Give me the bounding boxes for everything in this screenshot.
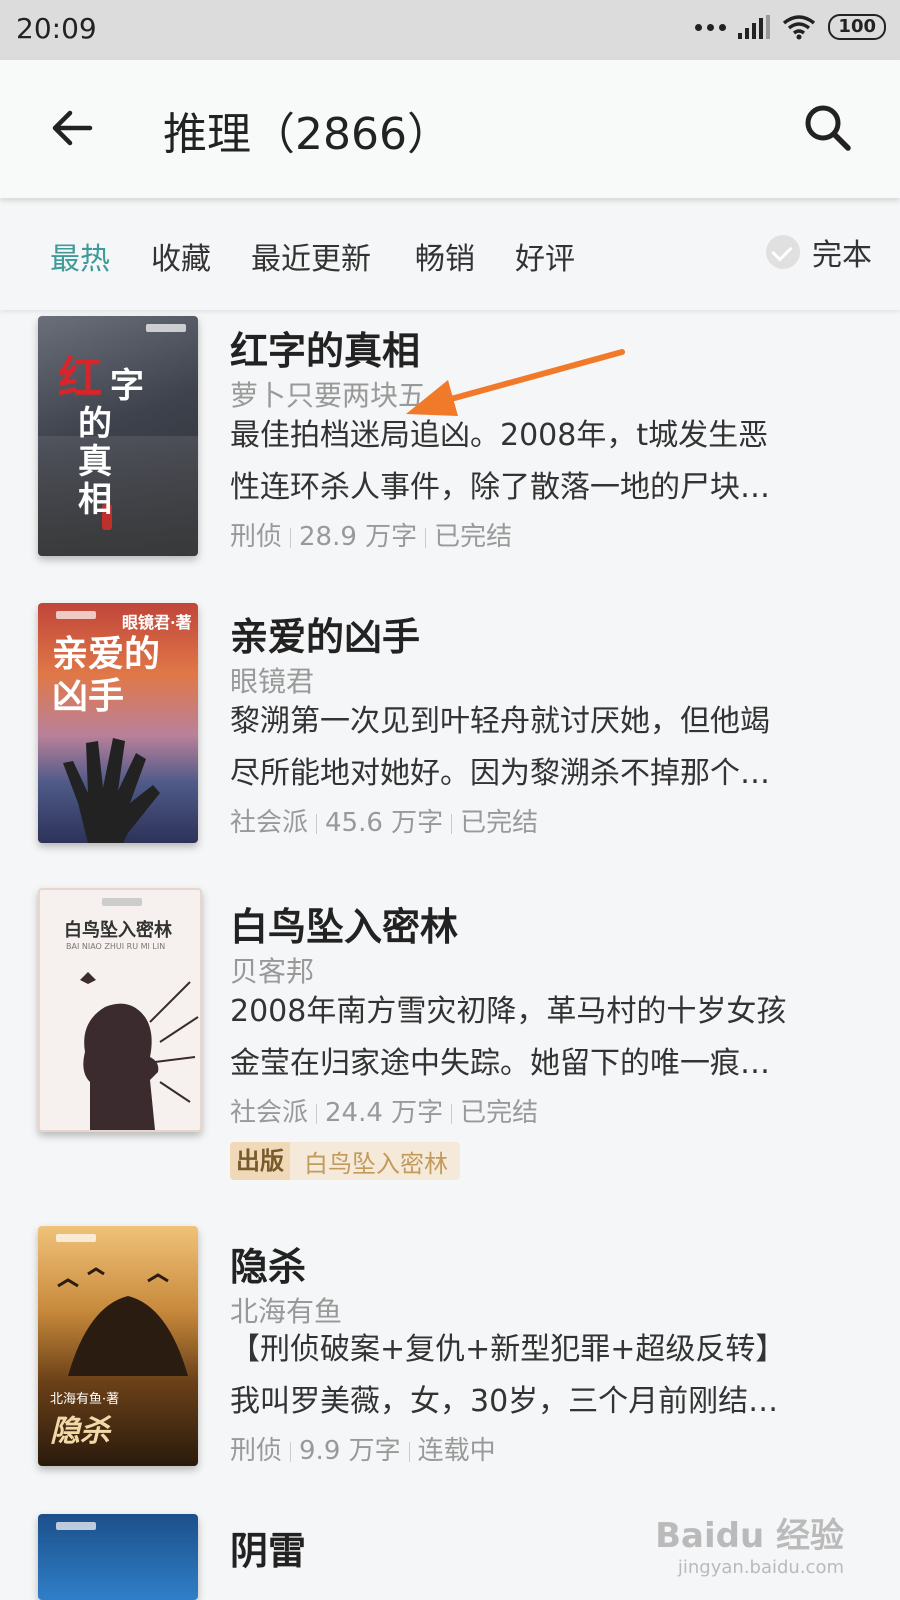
watermark-main: Baidu 经验 [655, 1516, 844, 1556]
book-author: 贝客邦 [230, 955, 315, 988]
book-title[interactable]: 阴雷 [230, 1520, 306, 1575]
page-title: 推理（2866） [163, 109, 451, 160]
description-line: 我叫罗美薇，女，30岁，三个月前刚结… [230, 1384, 779, 1419]
description-line: 性连环杀人事件，除了散落一地的尸块… [230, 470, 770, 505]
book-meta: 社会派 45.6 万字 已完结 [230, 802, 538, 839]
book-meta: 刑侦 28.9 万字 已完结 [230, 516, 512, 553]
book-cover[interactable]: 眼镜君·著 亲爱的凶手 [38, 603, 198, 843]
wifi-icon [783, 15, 816, 40]
book-meta: 社会派 24.4 万字 已完结 [230, 1092, 538, 1129]
status-time: 20:09 [16, 12, 97, 45]
description-line: 尽所能地对她好。因为黎溯杀不掉那个… [230, 756, 770, 791]
book-category: 刑侦 [230, 1436, 283, 1466]
book-word-count: 45.6 万字 [325, 808, 444, 838]
book-word-count: 9.9 万字 [299, 1436, 401, 1466]
book-title[interactable]: 白鸟坠入密林 [230, 896, 458, 951]
filter-tab-bestseller[interactable]: 畅销 [415, 234, 475, 278]
book-cover[interactable]: 北海有鱼·著 隐杀 [38, 1226, 198, 1466]
book-cover[interactable]: 红 字 的 真 相 [38, 316, 198, 556]
filter-tab-hot[interactable]: 最热 [50, 234, 110, 278]
battery-indicator: 100 [828, 14, 886, 40]
complete-label: 完本 [812, 238, 872, 273]
signal-icon [738, 15, 771, 39]
cover-pinyin: BAI NIAO ZHUI RU MI LIN [66, 942, 166, 951]
filter-tab-top-rated[interactable]: 好评 [515, 234, 575, 278]
book-cover[interactable]: 白鸟坠入密林 BAI NIAO ZHUI RU MI LIN [38, 888, 202, 1132]
status-icons: 100 [695, 14, 886, 40]
more-dots-icon [695, 23, 727, 31]
silhouette-illustration [80, 972, 199, 1130]
book-description: 【刑侦破案+复仇+新型犯罪+超级反转】 我叫罗美薇，女，30岁，三个月前刚结… [230, 1324, 850, 1428]
baidu-watermark: Baidu 经验 jingyan.baidu.com [655, 1508, 844, 1578]
status-bar: 20:09 100 [0, 0, 900, 60]
publisher-tag: 出版 [230, 1142, 290, 1180]
complete-filter-toggle[interactable]: 完本 [766, 230, 872, 274]
cover-author: 北海有鱼·著 [50, 1392, 120, 1407]
back-arrow-icon[interactable] [46, 102, 98, 154]
book-status: 已完结 [460, 1098, 539, 1128]
book-title[interactable]: 亲爱的凶手 [230, 606, 420, 661]
book-item[interactable]: 眼镜君·著 亲爱的凶手 亲爱的凶手 眼镜君 黎溯第一次见到叶轻舟就讨厌她，但他竭… [0, 600, 900, 880]
book-item[interactable]: 白鸟坠入密林 BAI NIAO ZHUI RU MI LIN 白鸟坠入密林 贝客… [0, 888, 900, 1208]
cover-title: 白鸟坠入密林 [64, 920, 172, 941]
book-category: 社会派 [230, 1098, 309, 1128]
cover-title-char: 字 [110, 366, 144, 406]
book-title[interactable]: 隐杀 [230, 1236, 306, 1291]
publisher-badge[interactable]: 出版 白鸟坠入密林 [230, 1142, 460, 1180]
annotation-arrow [406, 349, 625, 416]
hand-silhouette [63, 738, 160, 843]
cover-title: 亲爱的凶手 [52, 633, 161, 717]
description-line: 【刑侦破案+复仇+新型犯罪+超级反转】 [230, 1332, 786, 1367]
filter-tab-recent-update[interactable]: 最近更新 [251, 234, 371, 278]
publisher-name: 白鸟坠入密林 [304, 1149, 448, 1178]
cover-title-char: 相 [78, 480, 112, 520]
search-icon[interactable] [800, 100, 856, 156]
book-category: 社会派 [230, 808, 309, 838]
description-line: 黎溯第一次见到叶轻舟就讨厌她，但他竭 [230, 704, 770, 739]
app-header: 推理（2866） [0, 60, 900, 198]
book-cover[interactable] [38, 1514, 198, 1600]
description-line: 2008年南方雪灾初降，革马村的十岁女孩 [230, 994, 787, 1029]
book-description: 2008年南方雪灾初降，革马村的十岁女孩 金莹在归家途中失踪。她留下的唯一痕… [230, 986, 850, 1090]
filter-tab-favorites[interactable]: 收藏 [151, 234, 211, 278]
filter-bar: 最热 收藏 最近更新 畅销 好评 完本 [0, 200, 900, 310]
book-title[interactable]: 红字的真相 [230, 320, 420, 375]
book-item[interactable]: 北海有鱼·著 隐杀 隐杀 北海有鱼 【刑侦破案+复仇+新型犯罪+超级反转】 我叫… [0, 1226, 900, 1506]
description-line: 金莹在归家途中失踪。她留下的唯一痕… [230, 1046, 770, 1081]
birds-tree-illustration [57, 1267, 188, 1376]
book-status: 已完结 [460, 808, 539, 838]
book-description: 黎溯第一次见到叶轻舟就讨厌她，但他竭 尽所能地对她好。因为黎溯杀不掉那个… [230, 696, 850, 800]
book-status: 已完结 [434, 522, 513, 552]
book-word-count: 28.9 万字 [299, 522, 418, 552]
book-category: 刑侦 [230, 522, 283, 552]
book-meta: 刑侦 9.9 万字 连载中 [230, 1430, 496, 1467]
cover-author: 眼镜君·著 [122, 613, 192, 632]
watermark-url: jingyan.baidu.com [677, 1557, 844, 1578]
cover-title: 隐杀 [50, 1414, 110, 1449]
book-word-count: 24.4 万字 [325, 1098, 444, 1128]
book-author: 眼镜君 [230, 665, 315, 698]
check-circle-icon [766, 235, 800, 269]
book-author: 萝卜只要两块五 [230, 379, 427, 412]
book-status: 连载中 [417, 1436, 496, 1466]
